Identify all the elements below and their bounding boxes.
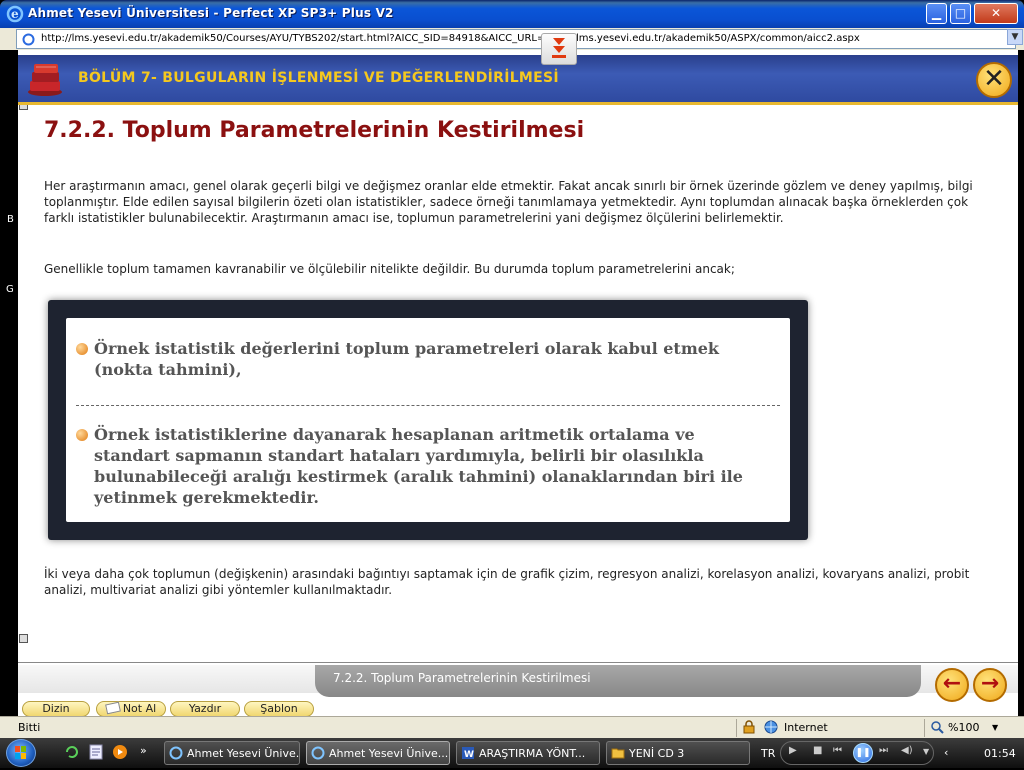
section-title: 7.2.2. Toplum Parametrelerinin Kestirilm… [44,118,585,143]
bullet-text: Örnek istatistiklerine dayanarak hesapla… [94,425,743,507]
close-window-button[interactable]: ✕ [974,3,1018,24]
internet-explorer-icon: e [6,5,24,23]
chapter-header: BÖLÜM 7- BULGULARIN İŞLENMESİ VE DEĞERLE… [18,55,1018,105]
internet-zone-label: Internet [784,721,828,734]
start-button[interactable] [6,739,36,767]
bullet-text: Örnek istatistik değerlerini toplum para… [94,339,720,379]
volume-icon[interactable]: ◀) [901,745,913,756]
internet-explorer-icon [169,746,183,760]
refresh-icon[interactable] [64,744,80,760]
status-bar: Bitti Internet %100 ▼ [0,716,1024,738]
word-document-icon: W [462,747,474,760]
status-text: Bitti [18,721,41,734]
side-letter: B [7,214,14,225]
play-icon[interactable]: ▶ [789,745,797,756]
current-page-label: 7.2.2. Toplum Parametrelerinin Kestirilm… [315,665,921,697]
take-note-button[interactable]: Not Al [96,701,166,717]
media-player-controls: ▶ ■ ⏮ ❚❚ ⏭ ◀) ▼ [780,741,934,765]
taskbar: » Ahmet Yesevi Ünive... Ahmet Yesevi Üni… [0,738,1024,768]
page-icon [22,33,35,46]
highlight-box: Örnek istatistik değerlerini toplum para… [48,300,808,540]
frame-marker [19,634,28,643]
status-separator [736,719,737,737]
paragraph-intro: Her araştırmanın amacı, genel olarak geç… [44,179,973,225]
task-label: ARAŞTIRMA YÖNT... [479,747,586,760]
address-dropdown-icon[interactable]: ▼ [1007,29,1023,45]
books-icon [28,64,62,96]
address-url: http://lms.yesevi.edu.tr/akademik50/Cour… [41,33,860,44]
task-label: Ahmet Yesevi Ünive... [329,747,449,760]
address-bar: http://lms.yesevi.edu.tr/akademik50/Cour… [0,28,1024,50]
previous-track-icon[interactable]: ⏮ [833,745,842,756]
task-ie-2[interactable]: Ahmet Yesevi Ünive... [306,741,450,765]
next-arrow-icon[interactable]: → [973,668,1007,702]
internet-explorer-icon [311,746,325,760]
close-icon[interactable]: ✕ [976,62,1012,98]
double-down-arrow-icon [552,38,566,58]
zoom-dropdown-icon[interactable]: ▼ [992,723,998,732]
system-tray: TR ▶ ■ ⏮ ❚❚ ⏭ ◀) ▼ ‹ 01:54 [756,740,1024,766]
stop-icon[interactable]: ■ [813,745,822,756]
bullet-dot-icon [76,429,88,441]
left-desktop-edge: B G [0,50,18,716]
bullet-item: Örnek istatistiklerine dayanarak hesapla… [76,424,776,508]
security-lock-icon [742,720,756,737]
window-title-bar[interactable]: e Ahmet Yesevi Üniversitesi - Perfect XP… [0,0,1024,28]
zoom-level[interactable]: %100 [948,721,979,734]
clock[interactable]: 01:54 [984,747,1016,760]
previous-arrow-icon[interactable]: ← [935,668,969,702]
minimize-button[interactable]: ▁ [926,3,947,24]
internet-zone-icon [764,720,778,737]
notepad-icon[interactable] [88,744,104,760]
task-ie-1[interactable]: Ahmet Yesevi Ünive... [164,741,300,765]
paragraph-lead: Genellikle toplum tamamen kavranabilir v… [44,262,735,276]
note-icon [104,701,121,715]
task-folder[interactable]: YENİ CD 3 [606,741,750,765]
address-field[interactable]: http://lms.yesevi.edu.tr/akademik50/Cour… [16,29,1016,49]
right-desktop-edge [1018,50,1024,716]
side-letter: G [6,284,14,295]
task-word[interactable]: W ARAŞTIRMA YÖNT... [456,741,600,765]
task-label: Ahmet Yesevi Ünive... [187,747,300,760]
dashed-divider [76,405,780,406]
media-dropdown-icon[interactable]: ▼ [923,747,929,756]
task-label: YENİ CD 3 [629,747,685,760]
index-button[interactable]: Dizin [22,701,90,717]
print-button[interactable]: Yazdır [170,701,240,717]
template-button[interactable]: Şablon [244,701,314,717]
language-indicator[interactable]: TR [761,747,775,760]
bottom-navigation: 7.2.2. Toplum Parametrelerinin Kestirilm… [18,662,1018,717]
content-frame: BÖLÜM 7- BULGULARIN İŞLENMESİ VE DEĞERLE… [18,50,1018,717]
paragraph-methods: İki veya daha çok toplumun (değişkenin) … [44,567,970,597]
windows-logo-icon [15,746,26,759]
next-track-icon[interactable]: ⏭ [879,745,888,756]
maximize-button[interactable]: □ [950,3,971,24]
bullet-item: Örnek istatistik değerlerini toplum para… [76,338,776,380]
folder-icon [611,748,625,759]
toolbar-pull-tab[interactable] [541,33,577,65]
pause-icon[interactable]: ❚❚ [853,743,873,763]
svg-text:e: e [11,7,19,21]
take-note-label: Not Al [122,702,157,715]
expand-chevron-icon[interactable]: » [140,744,156,760]
chapter-title: BÖLÜM 7- BULGULARIN İŞLENMESİ VE DEĞERLE… [78,70,559,86]
highlight-box-inner: Örnek istatistik değerlerini toplum para… [66,318,790,522]
hidden-icons-chevron-icon[interactable]: ‹ [944,746,948,759]
bullet-dot-icon [76,343,88,355]
media-icon[interactable] [112,744,128,760]
status-separator [924,719,925,737]
zoom-icon[interactable] [930,720,944,737]
svg-text:W: W [464,750,474,760]
window-title: Ahmet Yesevi Üniversitesi - Perfect XP S… [28,6,394,20]
